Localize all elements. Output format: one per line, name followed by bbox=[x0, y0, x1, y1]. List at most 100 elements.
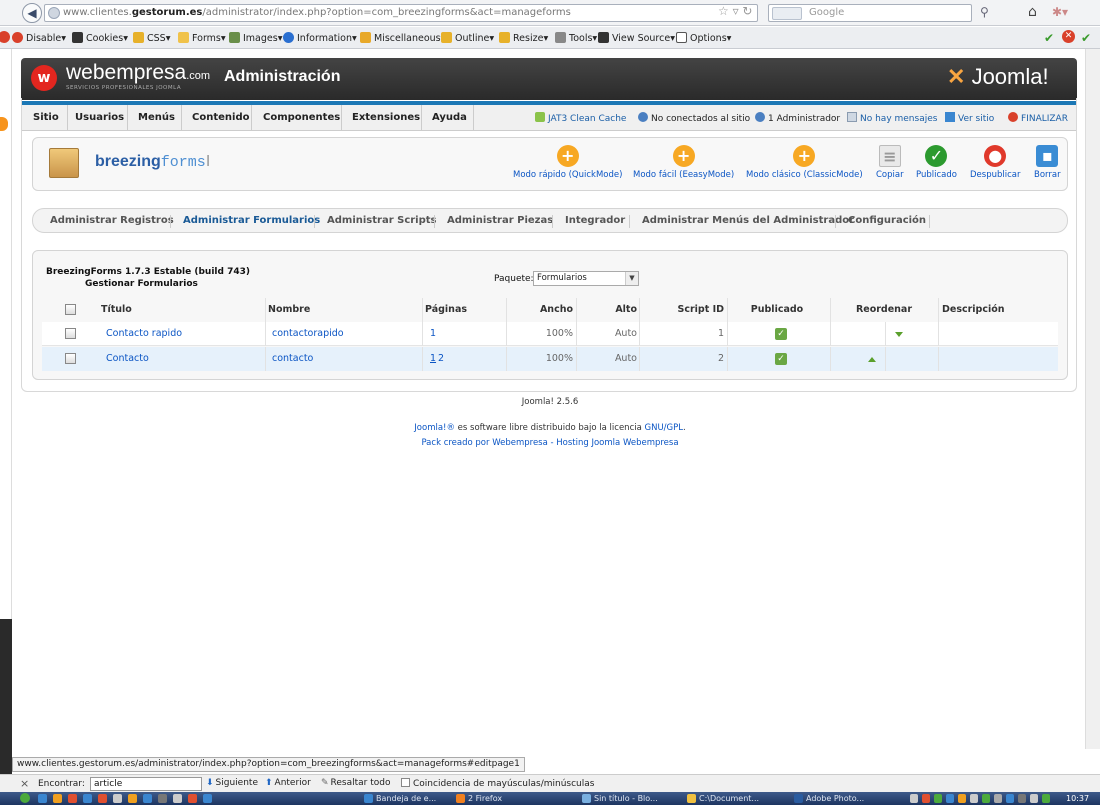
tab-administrar-formularios[interactable]: Administrar Formularios bbox=[183, 215, 320, 226]
volume-icon[interactable] bbox=[1030, 794, 1038, 803]
tab-configuracion[interactable]: Configuración bbox=[848, 215, 926, 226]
close-icon[interactable]: × bbox=[20, 777, 29, 790]
tab-administrar-menus[interactable]: Administrar Menús del Administrador bbox=[642, 215, 854, 226]
addon-icon[interactable]: ✱▾ bbox=[1052, 5, 1068, 19]
quicklaunch-icon[interactable] bbox=[158, 794, 167, 803]
home-icon[interactable]: ⌂ bbox=[1028, 4, 1037, 20]
publish-button[interactable]: ✓ Publicado bbox=[916, 145, 957, 180]
messages-link[interactable]: No hay mensajes bbox=[847, 112, 937, 124]
dev-menu-images[interactable]: Images▾ bbox=[229, 32, 282, 44]
network-icon[interactable] bbox=[1042, 794, 1050, 803]
tray-icon[interactable] bbox=[958, 794, 966, 803]
col-script-id[interactable]: Script ID bbox=[640, 298, 724, 322]
easymode-button[interactable]: + Modo fácil (EeasyMode) bbox=[633, 145, 734, 180]
logout-link[interactable]: FINALIZAR bbox=[1008, 112, 1068, 124]
quicklaunch-icon[interactable] bbox=[68, 794, 77, 803]
clean-cache-link[interactable]: JAT3 Clean Cache bbox=[535, 112, 626, 124]
quicklaunch-icon[interactable] bbox=[203, 794, 212, 803]
col-reordenar[interactable]: Reordenar bbox=[831, 298, 937, 322]
quickmode-button[interactable]: + Modo rápido (QuickMode) bbox=[513, 145, 622, 180]
col-nombre[interactable]: Nombre bbox=[268, 298, 310, 322]
tray-icon[interactable] bbox=[922, 794, 930, 803]
task-explorer[interactable]: C:\Document... bbox=[685, 792, 759, 805]
tab-integrador[interactable]: Integrador bbox=[565, 215, 625, 226]
tab-administrar-piezas[interactable]: Administrar Piezas bbox=[447, 215, 553, 226]
select-all-checkbox[interactable] bbox=[65, 304, 76, 315]
unpublish-button[interactable]: ● Despublicar bbox=[970, 145, 1020, 180]
dev-menu-view-source[interactable]: View Source▾ bbox=[598, 32, 675, 44]
task-notepad[interactable]: Sin título - Blo... bbox=[580, 792, 658, 805]
js-valid-check-icon[interactable]: ✔ bbox=[1081, 31, 1091, 45]
quicklaunch-icon[interactable] bbox=[38, 794, 47, 803]
tray-icon[interactable] bbox=[970, 794, 978, 803]
webempresa-link[interactable]: Pack creado por Webempresa - Hosting Joo… bbox=[421, 438, 678, 448]
classicmode-button[interactable]: + Modo clásico (ClassicMode) bbox=[746, 145, 863, 180]
quicklaunch-icon[interactable] bbox=[53, 794, 62, 803]
page-link[interactable]: 1 bbox=[430, 347, 436, 371]
row-checkbox[interactable] bbox=[65, 353, 76, 364]
package-select[interactable]: Formularios ▼ bbox=[533, 271, 639, 286]
quicklaunch-icon[interactable] bbox=[98, 794, 107, 803]
tab-administrar-scripts[interactable]: Administrar Scripts bbox=[327, 215, 437, 226]
col-ancho[interactable]: Ancho bbox=[507, 298, 573, 322]
find-prev-button[interactable]: ⬆ Anterior bbox=[265, 778, 311, 788]
menu-menus[interactable]: Menús bbox=[138, 112, 175, 123]
tray-icon[interactable] bbox=[1006, 794, 1014, 803]
tray-icon[interactable] bbox=[946, 794, 954, 803]
row-checkbox[interactable] bbox=[65, 328, 76, 339]
dev-menu-forms[interactable]: Forms▾ bbox=[178, 32, 226, 44]
col-publicado[interactable]: Publicado bbox=[728, 298, 826, 322]
page-link[interactable]: 1 bbox=[430, 322, 436, 346]
tray-icon[interactable] bbox=[910, 794, 918, 803]
tab-administrar-registros[interactable]: Administrar Registros bbox=[50, 215, 174, 226]
tray-icon[interactable] bbox=[994, 794, 1002, 803]
sidebar-tab-icon[interactable] bbox=[0, 117, 8, 131]
bookmark-star-icon[interactable]: ☆ ▿ ↻ bbox=[718, 4, 752, 18]
dev-menu-tools[interactable]: Tools▾ bbox=[555, 32, 597, 44]
search-field[interactable]: Google bbox=[768, 4, 972, 22]
form-title-link[interactable]: Contacto rapido bbox=[106, 322, 182, 346]
back-button-icon[interactable]: ◀ bbox=[22, 3, 42, 23]
tray-icon[interactable] bbox=[1018, 794, 1026, 803]
search-engine-icon[interactable] bbox=[772, 7, 802, 20]
move-down-icon[interactable] bbox=[895, 332, 903, 337]
dev-menu-miscellaneous[interactable]: Miscellaneous▾ bbox=[360, 32, 445, 44]
dev-menu-outline[interactable]: Outline▾ bbox=[441, 32, 494, 44]
dev-menu-cookies[interactable]: Cookies▾ bbox=[72, 32, 128, 44]
gpl-link[interactable]: GNU/GPL bbox=[645, 423, 683, 433]
start-button-icon[interactable] bbox=[20, 793, 30, 803]
quicklaunch-icon[interactable] bbox=[143, 794, 152, 803]
task-mail[interactable]: Bandeja de e... bbox=[362, 792, 436, 805]
copy-button[interactable]: ≡ Copiar bbox=[876, 145, 904, 180]
css-valid-check-icon[interactable]: ✔ bbox=[1044, 31, 1054, 45]
menu-componentes[interactable]: Componentes bbox=[263, 112, 340, 123]
task-photoshop[interactable]: Adobe Photo... bbox=[792, 792, 864, 805]
quicklaunch-icon[interactable] bbox=[173, 794, 182, 803]
published-check-icon[interactable]: ✓ bbox=[775, 328, 787, 340]
view-site-link[interactable]: Ver sitio bbox=[945, 112, 994, 124]
col-paginas[interactable]: Páginas bbox=[425, 298, 467, 322]
menu-contenido[interactable]: Contenido bbox=[192, 112, 249, 123]
joomla-link[interactable]: Joomla!® bbox=[414, 423, 455, 433]
form-name-link[interactable]: contacto bbox=[272, 347, 313, 371]
menu-sitio[interactable]: Sitio bbox=[33, 112, 59, 123]
quicklaunch-icon[interactable] bbox=[188, 794, 197, 803]
col-descripcion[interactable]: Descripción bbox=[942, 298, 1005, 322]
site-identity-icon[interactable] bbox=[48, 7, 60, 19]
move-up-icon[interactable] bbox=[868, 357, 876, 362]
find-next-button[interactable]: ⬇ Siguiente bbox=[206, 778, 258, 788]
published-check-icon[interactable]: ✓ bbox=[775, 353, 787, 365]
highlight-all-button[interactable]: ✎ Resaltar todo bbox=[321, 778, 391, 788]
quicklaunch-icon[interactable] bbox=[113, 794, 122, 803]
match-case-checkbox[interactable]: Coincidencia de mayúsculas/minúsculas bbox=[401, 778, 594, 789]
task-firefox[interactable]: 2 Firefox bbox=[454, 792, 502, 805]
quicklaunch-icon[interactable] bbox=[83, 794, 92, 803]
page-link[interactable]: 2 bbox=[438, 347, 444, 371]
search-go-icon[interactable]: ⚲ bbox=[980, 5, 989, 19]
quicklaunch-icon[interactable] bbox=[128, 794, 137, 803]
dev-menu-disable[interactable]: Disable▾ bbox=[12, 32, 66, 44]
form-name-link[interactable]: contactorapido bbox=[272, 322, 344, 346]
dev-menu-options[interactable]: Options▾ bbox=[676, 32, 731, 44]
error-x-icon[interactable]: ✕ bbox=[1062, 30, 1075, 43]
url-field[interactable]: www.clientes.gestorum.es/administrator/i… bbox=[44, 4, 758, 22]
